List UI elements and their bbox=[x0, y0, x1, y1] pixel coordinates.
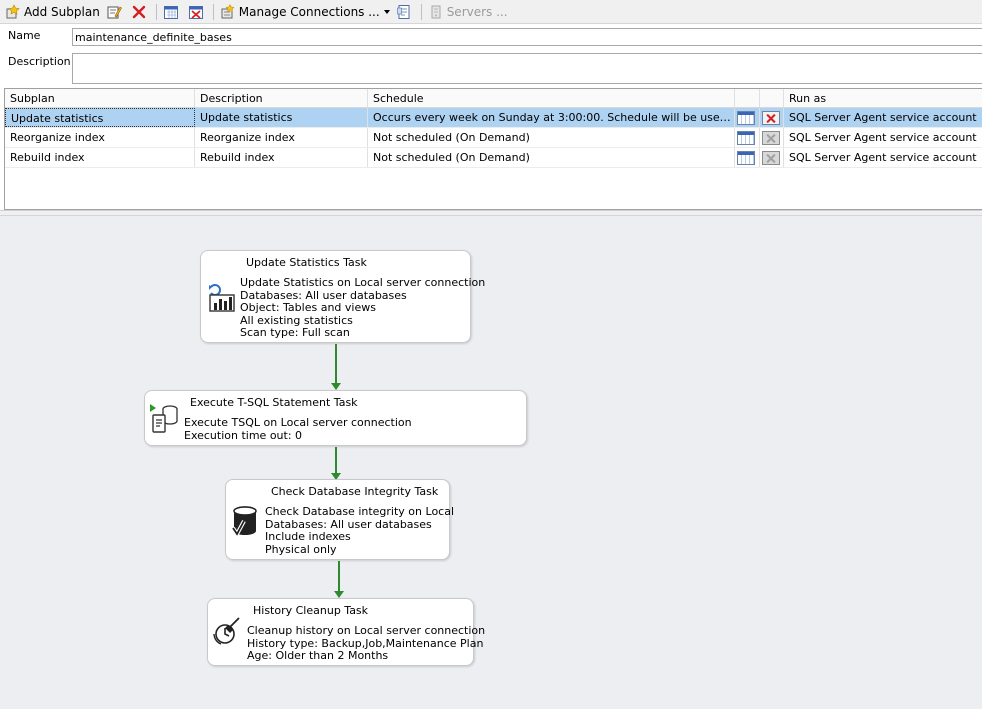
schedule-remove-cell bbox=[760, 108, 784, 127]
add-subplan-button[interactable]: Add Subplan bbox=[2, 2, 103, 22]
table-row[interactable]: Update statistics Update statistics Occu… bbox=[5, 108, 982, 128]
plan-name-input[interactable] bbox=[72, 28, 982, 46]
table-row[interactable]: Reorganize index Reorganize index Not sc… bbox=[5, 128, 982, 148]
column-header-schedule-edit[interactable] bbox=[735, 89, 760, 107]
task-title: Update Statistics Task bbox=[246, 256, 367, 269]
manage-connections-button[interactable]: Manage Connections ... bbox=[217, 2, 393, 22]
manage-connections-label: Manage Connections ... bbox=[238, 4, 380, 19]
edit-subplan-button[interactable] bbox=[103, 2, 128, 22]
toolbar-separator bbox=[212, 3, 214, 20]
update-statistics-icon bbox=[207, 281, 237, 313]
task-detail-line: Object: Tables and views bbox=[240, 301, 376, 315]
run-as-cell[interactable]: SQL Server Agent service account bbox=[784, 128, 982, 147]
precedence-arrow[interactable] bbox=[334, 561, 344, 598]
check-integrity-icon bbox=[230, 506, 260, 538]
update-statistics-task[interactable]: Update Statistics Task Update Statistics… bbox=[200, 250, 485, 343]
calendar-icon bbox=[163, 4, 179, 20]
task-details: Update Statistics on Local server connec… bbox=[240, 276, 486, 340]
column-header-description[interactable]: Description bbox=[195, 89, 368, 107]
remove-schedule-icon bbox=[188, 4, 204, 20]
subplan-schedule-button[interactable] bbox=[160, 2, 185, 22]
task-detail-line: Check Database integrity on Local bbox=[265, 505, 455, 518]
task-title: History Cleanup Task bbox=[253, 604, 369, 617]
task-detail-line: Age: Older than 2 Months bbox=[247, 649, 389, 663]
run-as-cell[interactable]: SQL Server Agent service account bbox=[784, 108, 982, 127]
toolbar-separator bbox=[420, 3, 422, 20]
history-cleanup-task[interactable]: History Cleanup Task Cleanup history on … bbox=[207, 598, 485, 666]
remove-schedule-icon[interactable] bbox=[762, 131, 780, 145]
reporting-logging-button[interactable] bbox=[393, 2, 418, 22]
calendar-icon[interactable] bbox=[737, 151, 755, 165]
column-header-schedule-remove[interactable] bbox=[760, 89, 784, 107]
table-row[interactable]: Rebuild index Rebuild index Not schedule… bbox=[5, 148, 982, 168]
schedule-cell[interactable]: Occurs every week on Sunday at 3:00:00. … bbox=[368, 108, 735, 127]
schedule-remove-cell bbox=[760, 148, 784, 167]
description-label: Description bbox=[8, 55, 71, 68]
task-title: Execute T-SQL Statement Task bbox=[190, 396, 358, 409]
remove-schedule-button[interactable] bbox=[185, 2, 210, 22]
chevron-down-icon[interactable] bbox=[383, 9, 390, 14]
task-details: Execute TSQL on Local server connection … bbox=[184, 416, 412, 442]
execute-tsql-icon bbox=[149, 404, 179, 436]
schedule-edit-cell bbox=[735, 148, 760, 167]
name-label: Name bbox=[8, 29, 41, 42]
toolbar: Add Subplan Manage Connections ... Serve… bbox=[0, 0, 982, 24]
schedule-edit-cell bbox=[735, 108, 760, 127]
calendar-icon[interactable] bbox=[737, 131, 755, 145]
schedule-cell[interactable]: Not scheduled (On Demand) bbox=[368, 128, 735, 147]
precedence-arrow[interactable] bbox=[331, 344, 341, 390]
report-icon bbox=[396, 4, 412, 20]
manage-connections-icon bbox=[220, 3, 236, 20]
add-subplan-icon bbox=[5, 3, 21, 20]
servers-label: Servers ... bbox=[446, 4, 508, 19]
task-detail-line: Execute TSQL on Local server connection bbox=[184, 416, 412, 429]
schedule-cell[interactable]: Not scheduled (On Demand) bbox=[368, 148, 735, 167]
description-cell[interactable]: Rebuild index bbox=[195, 148, 368, 167]
edit-properties-icon bbox=[106, 4, 122, 20]
column-header-schedule[interactable]: Schedule bbox=[368, 89, 735, 107]
subplan-cell[interactable]: Rebuild index bbox=[5, 148, 195, 167]
history-cleanup-icon bbox=[212, 617, 242, 649]
add-subplan-label: Add Subplan bbox=[24, 4, 100, 19]
subplan-cell[interactable]: Reorganize index bbox=[5, 128, 195, 147]
schedule-edit-cell bbox=[735, 128, 760, 147]
calendar-icon[interactable] bbox=[737, 111, 755, 125]
check-database-integrity-task[interactable]: Check Database Integrity Task Check Data… bbox=[225, 479, 454, 560]
task-detail-line: Execution time out: 0 bbox=[184, 428, 303, 442]
column-header-subplan[interactable]: Subplan bbox=[5, 89, 195, 107]
design-surface[interactable]: Update Statistics Task Update Statistics… bbox=[0, 216, 982, 709]
task-detail-line: Update Statistics on Local server connec… bbox=[240, 276, 486, 289]
task-details: Check Database integrity on Local Databa… bbox=[265, 505, 455, 556]
subplan-cell[interactable]: Update statistics bbox=[5, 108, 195, 127]
grid-header: Subplan Description Schedule Run as bbox=[5, 89, 982, 108]
schedule-remove-cell bbox=[760, 128, 784, 147]
servers-button[interactable]: Servers ... bbox=[425, 2, 511, 22]
task-title: Check Database Integrity Task bbox=[271, 485, 439, 498]
description-cell[interactable]: Update statistics bbox=[195, 108, 368, 127]
task-detail-line: Physical only bbox=[265, 542, 337, 556]
precedence-arrow[interactable] bbox=[331, 447, 341, 480]
execute-tsql-task[interactable]: Execute T-SQL Statement Task Execute TSQ… bbox=[144, 390, 527, 446]
column-header-run-as[interactable]: Run as bbox=[784, 89, 982, 107]
task-detail-line: Cleanup history on Local server connecti… bbox=[247, 624, 486, 637]
task-detail-line: Include indexes bbox=[265, 530, 351, 544]
toolbar-separator bbox=[155, 3, 157, 20]
remove-schedule-icon[interactable] bbox=[762, 111, 780, 125]
remove-schedule-icon[interactable] bbox=[762, 151, 780, 165]
task-details: Cleanup history on Local server connecti… bbox=[247, 624, 486, 663]
delete-icon bbox=[131, 4, 147, 20]
delete-subplan-button[interactable] bbox=[128, 2, 153, 22]
run-as-cell[interactable]: SQL Server Agent service account bbox=[784, 148, 982, 167]
subplan-grid: Subplan Description Schedule Run as Upda… bbox=[4, 88, 982, 210]
description-cell[interactable]: Reorganize index bbox=[195, 128, 368, 147]
servers-icon bbox=[428, 4, 444, 20]
task-detail-line: Scan type: Full scan bbox=[240, 326, 350, 340]
plan-description-input[interactable] bbox=[72, 53, 982, 84]
